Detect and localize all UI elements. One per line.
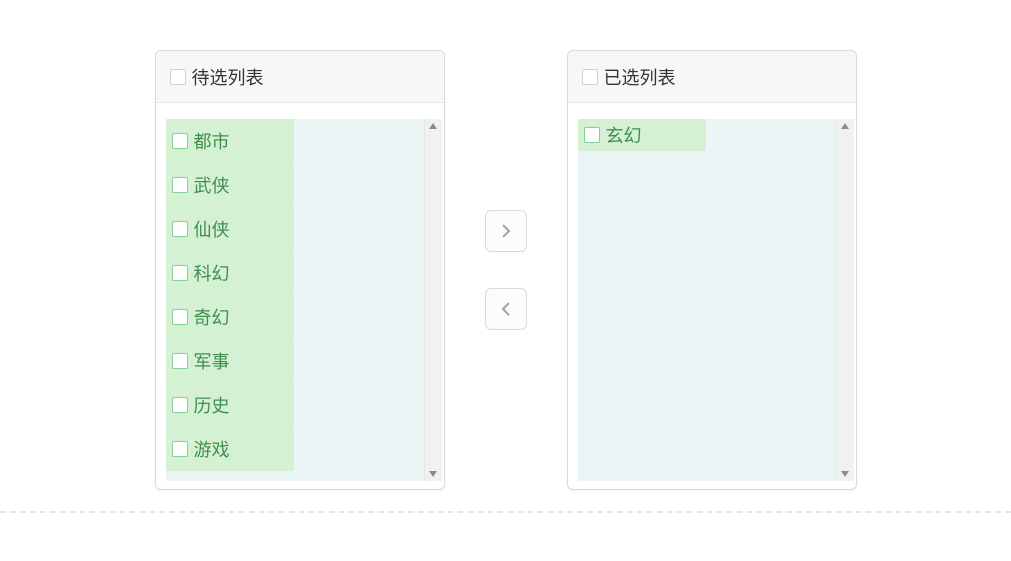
source-scrollbar[interactable] — [424, 119, 442, 481]
list-item[interactable]: 游戏 — [166, 427, 294, 471]
target-list: 玄幻 — [578, 119, 836, 481]
target-scrollbar[interactable] — [836, 119, 854, 481]
item-label: 军事 — [194, 348, 230, 374]
item-label: 历史 — [194, 392, 230, 418]
item-checkbox[interactable] — [172, 309, 188, 325]
item-checkbox[interactable] — [172, 353, 188, 369]
transfer-component: 待选列表 都市武侠仙侠科幻奇幻军事历史游戏 已选列表 玄幻 — [0, 0, 1011, 490]
item-label: 仙侠 — [194, 216, 230, 242]
item-label: 游戏 — [194, 436, 230, 462]
list-item[interactable]: 都市 — [166, 119, 294, 163]
chevron-right-icon — [500, 224, 512, 238]
list-item[interactable]: 历史 — [166, 383, 294, 427]
target-panel-body: 玄幻 — [568, 103, 856, 489]
list-item[interactable]: 军事 — [166, 339, 294, 383]
item-checkbox[interactable] — [172, 397, 188, 413]
list-item[interactable]: 仙侠 — [166, 207, 294, 251]
source-panel-title: 待选列表 — [192, 64, 264, 90]
item-checkbox[interactable] — [172, 441, 188, 457]
item-checkbox[interactable] — [172, 177, 188, 193]
item-checkbox[interactable] — [172, 265, 188, 281]
item-label: 科幻 — [194, 260, 230, 286]
section-divider — [0, 511, 1011, 513]
list-item[interactable]: 玄幻 — [578, 119, 706, 151]
list-item[interactable]: 科幻 — [166, 251, 294, 295]
item-checkbox[interactable] — [172, 221, 188, 237]
source-panel-header[interactable]: 待选列表 — [156, 51, 444, 103]
item-label: 玄幻 — [606, 122, 642, 148]
transfer-controls — [485, 210, 527, 330]
move-right-button[interactable] — [485, 210, 527, 252]
move-left-button[interactable] — [485, 288, 527, 330]
target-select-all-checkbox[interactable] — [582, 69, 598, 85]
item-checkbox[interactable] — [172, 133, 188, 149]
scrollbar-up-arrow-icon[interactable] — [840, 121, 850, 131]
chevron-left-icon — [500, 302, 512, 316]
item-checkbox[interactable] — [584, 127, 600, 143]
item-label: 都市 — [194, 128, 230, 154]
source-select-all-checkbox[interactable] — [170, 69, 186, 85]
target-panel-header[interactable]: 已选列表 — [568, 51, 856, 103]
source-panel: 待选列表 都市武侠仙侠科幻奇幻军事历史游戏 — [155, 50, 445, 490]
source-panel-body: 都市武侠仙侠科幻奇幻军事历史游戏 — [156, 103, 444, 489]
scrollbar-up-arrow-icon[interactable] — [428, 121, 438, 131]
source-list: 都市武侠仙侠科幻奇幻军事历史游戏 — [156, 119, 424, 481]
target-panel: 已选列表 玄幻 — [567, 50, 857, 490]
list-item[interactable]: 武侠 — [166, 163, 294, 207]
list-item[interactable]: 奇幻 — [166, 295, 294, 339]
item-label: 武侠 — [194, 172, 230, 198]
scrollbar-down-arrow-icon[interactable] — [428, 469, 438, 479]
scrollbar-down-arrow-icon[interactable] — [840, 469, 850, 479]
target-panel-title: 已选列表 — [604, 64, 676, 90]
item-label: 奇幻 — [194, 304, 230, 330]
